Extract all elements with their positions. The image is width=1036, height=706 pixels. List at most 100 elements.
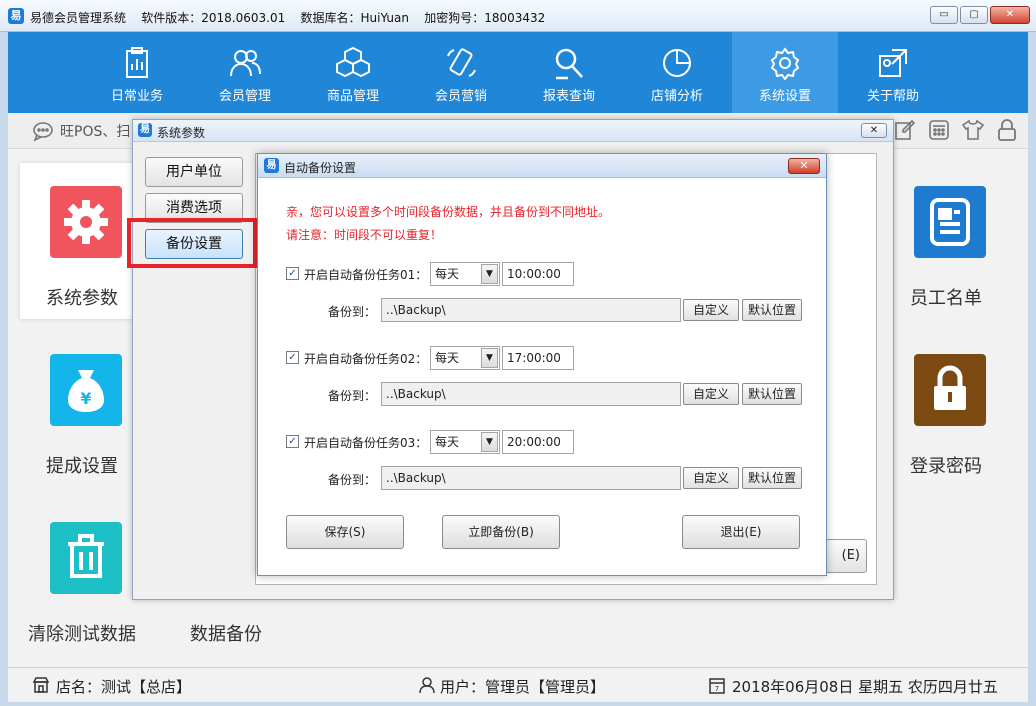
nav-member-marketing[interactable]: 会员营销: [408, 32, 514, 113]
padlock-icon: [914, 354, 986, 426]
money-bag-icon: ¥: [50, 354, 122, 426]
current-date: 2018年06月08日 星期五 农历四月廿五: [732, 678, 998, 696]
task-enable-checkbox[interactable]: ✓: [286, 267, 299, 280]
frequency-value: 每天: [435, 435, 460, 449]
tile-clear-test-data[interactable]: 清除测试数据: [28, 522, 138, 652]
tile-label: 系统参数: [46, 288, 118, 309]
backup-task-row: ✓ 开启自动备份任务02： 每天 ▼ 17:00:00: [286, 346, 806, 370]
nav-product-management[interactable]: 商品管理: [300, 32, 406, 113]
gear-icon: [50, 186, 122, 258]
nav-member-management[interactable]: 会员管理: [192, 32, 298, 113]
user-unit-button[interactable]: 用户单位: [145, 157, 243, 187]
custom-path-button[interactable]: 自定义: [683, 299, 739, 321]
top-navigation: 日常业务 会员管理 商品管理 会员营销 报表查询 店铺分析 系统设置 关于帮助: [8, 32, 1028, 113]
tile-login-password[interactable]: 登录密码: [892, 354, 1002, 484]
current-user: 用户：管理员【管理员】: [440, 678, 606, 696]
window-frame-right: [1028, 32, 1036, 706]
tile-commission-settings[interactable]: ¥ 提成设置: [28, 354, 138, 484]
nav-label: 系统设置: [758, 89, 811, 104]
frequency-select[interactable]: 每天 ▼: [430, 430, 500, 454]
maximize-button[interactable]: ▢: [960, 6, 988, 24]
dropdown-arrow-icon[interactable]: ▼: [481, 264, 498, 284]
pie-chart-icon: [663, 49, 691, 77]
strip-icons: [894, 119, 1018, 141]
default-path-button[interactable]: 默认位置: [742, 299, 802, 321]
frequency-select[interactable]: 每天 ▼: [430, 346, 500, 370]
path-label: 备份到：: [328, 389, 377, 403]
time-input[interactable]: 10:00:00: [502, 262, 574, 286]
backup-task-row: ✓ 开启自动备份任务03： 每天 ▼ 20:00:00: [286, 430, 806, 454]
time-input[interactable]: 17:00:00: [502, 346, 574, 370]
frequency-value: 每天: [435, 267, 460, 281]
backup-path-row: 备份到： ..\Backup\ 自定义 默认位置: [328, 466, 808, 490]
task-enable-checkbox[interactable]: ✓: [286, 351, 299, 364]
svg-text:¥: ¥: [80, 389, 91, 408]
nav-report-query[interactable]: 报表查询: [516, 32, 622, 113]
chat-icon: [33, 122, 53, 142]
close-button[interactable]: ✕: [990, 6, 1030, 24]
task-label: 开启自动备份任务02：: [304, 352, 428, 366]
notice-text: 亲，您可以设置多个时间段备份数据，并且备份到不同地址。: [286, 205, 611, 219]
shirt-icon[interactable]: [962, 119, 984, 141]
path-label: 备份到：: [328, 473, 377, 487]
app-logo-icon: 易: [8, 8, 24, 24]
app-logo-icon: 易: [264, 158, 279, 173]
cubes-icon: [336, 46, 370, 78]
calculator-icon[interactable]: [928, 119, 950, 141]
default-path-button[interactable]: 默认位置: [742, 467, 802, 489]
task-enable-checkbox[interactable]: ✓: [286, 435, 299, 448]
nav-about-help[interactable]: 关于帮助: [840, 32, 946, 113]
time-input[interactable]: 20:00:00: [502, 430, 574, 454]
tile-label: 员工名单: [910, 288, 982, 309]
status-bar: 店名：测试【总店】 用户：管理员【管理员】 7 2018年06月08日 星期五 …: [8, 667, 1028, 702]
tile-label: 登录密码: [910, 456, 982, 477]
clipboard-icon: [126, 47, 148, 78]
custom-path-button[interactable]: 自定义: [683, 383, 739, 405]
window-controls: ▭ ▢ ✕: [930, 6, 1030, 24]
nav-store-analysis[interactable]: 店铺分析: [624, 32, 730, 113]
backup-path-input[interactable]: ..\Backup\: [381, 466, 681, 490]
backup-path-input[interactable]: ..\Backup\: [381, 298, 681, 322]
dialog-close-button[interactable]: ✕: [861, 123, 887, 138]
dialog-title: 系统参数: [157, 126, 206, 140]
nav-daily-business[interactable]: 日常业务: [84, 32, 190, 113]
tile-label: 提成设置: [46, 456, 118, 477]
backup-now-button[interactable]: 立即备份(B): [442, 515, 560, 549]
backup-path-row: 备份到： ..\Backup\ 自定义 默认位置: [328, 298, 808, 322]
custom-path-button[interactable]: 自定义: [683, 467, 739, 489]
nav-system-settings[interactable]: 系统设置: [732, 32, 838, 113]
nav-label: 店铺分析: [650, 89, 703, 104]
id-card-icon: [914, 186, 986, 258]
tile-label: 清除测试数据: [28, 624, 136, 645]
nav-label: 报表查询: [542, 89, 595, 104]
window-frame-bottom: [0, 702, 1036, 706]
minimize-button[interactable]: ▭: [930, 6, 958, 24]
lock-icon[interactable]: [996, 119, 1018, 141]
store-name: 店名：测试【总店】: [56, 678, 192, 696]
dropdown-arrow-icon[interactable]: ▼: [481, 432, 498, 452]
edit-icon[interactable]: [894, 119, 916, 141]
tile-system-params[interactable]: 系统参数: [28, 186, 138, 316]
dialog-title: 自动备份设置: [284, 161, 357, 175]
phone-icon: [447, 48, 476, 77]
dialog-close-button[interactable]: ✕: [788, 158, 820, 174]
frequency-select[interactable]: 每天 ▼: [430, 262, 500, 286]
save-button[interactable]: 保存(S): [286, 515, 404, 549]
warning-text: 请注意：时间段不可以重复！: [286, 228, 443, 242]
marquee-text: 旺POS、扫: [60, 124, 131, 140]
dropdown-arrow-icon[interactable]: ▼: [481, 348, 498, 368]
default-path-button[interactable]: 默认位置: [742, 383, 802, 405]
backup-path-input[interactable]: ..\Backup\: [381, 382, 681, 406]
title-bar: 易 易德会员管理系统 软件版本：2018.0603.01 数据库名：HuiYua…: [0, 0, 1036, 32]
backup-task-row: ✓ 开启自动备份任务01： 每天 ▼ 10:00:00: [286, 262, 806, 286]
window-title: 易德会员管理系统 软件版本：2018.0603.01 数据库名：HuiYuan …: [30, 11, 546, 25]
calendar-icon: 7: [709, 678, 725, 694]
tile-staff-list[interactable]: 员工名单: [892, 186, 1002, 316]
nav-label: 会员管理: [218, 89, 271, 104]
params-exit-button[interactable]: (E): [825, 539, 867, 573]
nav-label: 关于帮助: [866, 89, 919, 104]
task-label: 开启自动备份任务01：: [304, 268, 428, 282]
exit-button[interactable]: 退出(E): [682, 515, 800, 549]
search-report-icon: [555, 48, 583, 80]
task-label: 开启自动备份任务03：: [304, 436, 428, 450]
